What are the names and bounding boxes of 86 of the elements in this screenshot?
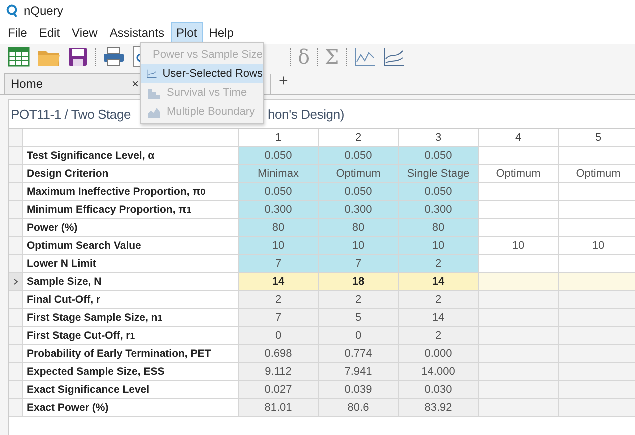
table-cell: 81.01 [239, 399, 319, 417]
table-cell: 0 [239, 327, 319, 345]
menu-item[interactable]: Help [203, 22, 240, 44]
column-header[interactable]: 2 [319, 129, 399, 147]
row-header[interactable] [9, 273, 23, 291]
menu-item[interactable]: View [66, 22, 104, 44]
row-label: Power (%) [23, 219, 239, 237]
window-title: nQuery [24, 4, 64, 18]
table-cell: 0 [319, 327, 399, 345]
table-cell: 0.050 [319, 147, 399, 165]
table-cell: 80 [239, 219, 319, 237]
table-cell: 0.050 [239, 147, 319, 165]
table-cell: 0.050 [399, 147, 479, 165]
table-cell: 80 [399, 219, 479, 237]
save-icon[interactable] [68, 47, 88, 67]
table-cell: 14 [239, 273, 319, 291]
table-cell: 0.300 [239, 201, 319, 219]
row-label: Probability of Early Termination, PET [23, 345, 239, 363]
app-logo-icon [6, 4, 18, 18]
table-cell: 10 [399, 237, 479, 255]
menu-item[interactable]: Assistants [104, 22, 171, 44]
table-cell: Optimum [319, 165, 399, 183]
row-label: Expected Sample Size, ESS [23, 363, 239, 381]
line-chart-icon[interactable] [354, 47, 376, 67]
row-label: Exact Power (%) [23, 399, 239, 417]
table-cell: 0.000 [399, 345, 479, 363]
table-cell: 2 [399, 327, 479, 345]
table-cell: 7 [319, 255, 399, 273]
table-cell: 18 [319, 273, 399, 291]
table-cell: 0.027 [239, 381, 319, 399]
row-label: Test Significance Level, α [23, 147, 239, 165]
current-row-icon [14, 278, 18, 284]
row-label: Final Cut-Off, r [23, 291, 239, 309]
menu-option[interactable]: User-Selected Rows [141, 64, 263, 83]
document-title: POT11-1 / Two Stage [11, 106, 132, 122]
table-cell: 0.039 [319, 381, 399, 399]
curve-chart-icon[interactable] [383, 47, 406, 67]
column-header[interactable]: 1 [239, 129, 319, 147]
table-cell: 0.300 [319, 201, 399, 219]
table-cell: 14 [399, 309, 479, 327]
new-tab-button[interactable]: + [271, 73, 296, 91]
column-header[interactable]: 4 [479, 129, 559, 147]
table-cell: 2 [399, 255, 479, 273]
table-cell: 0.050 [319, 183, 399, 201]
table-cell: 10 [239, 237, 319, 255]
table-cell: Optimum [479, 165, 559, 183]
table-cell: 7 [239, 255, 319, 273]
table-cell: 0.050 [239, 183, 319, 201]
table-cell: 7.941 [319, 363, 399, 381]
table-cell: 0.300 [399, 201, 479, 219]
table-cell: 2 [319, 291, 399, 309]
row-label: Sample Size, N [23, 273, 239, 291]
row-label: Design Criterion [23, 165, 239, 183]
table-cell: Minimax [239, 165, 319, 183]
spreadsheet-icon[interactable] [8, 47, 30, 67]
table-cell: 80.6 [319, 399, 399, 417]
table-cell: 0.030 [399, 381, 479, 399]
table-cell: 10 [479, 237, 559, 255]
table-cell: 2 [239, 291, 319, 309]
menu-item[interactable]: Plot [170, 22, 204, 44]
document-title: hon's Design) [268, 106, 344, 122]
printer-icon[interactable] [103, 47, 125, 67]
table-cell: 0.050 [399, 183, 479, 201]
column-header[interactable]: 3 [399, 129, 479, 147]
row-label: Optimum Search Value [23, 237, 239, 255]
table-cell: 0.698 [239, 345, 319, 363]
table-cell: 80 [319, 219, 399, 237]
menu-item[interactable]: Edit [33, 22, 66, 44]
curve-chart-icon [147, 68, 157, 80]
table-cell: 14.000 [399, 363, 479, 381]
tab-label: Home [11, 77, 44, 91]
table-cell: 0.774 [319, 345, 399, 363]
area-chart-icon [147, 86, 161, 98]
table-cell: 9.112 [239, 363, 319, 381]
table-cell: 7 [239, 309, 319, 327]
close-button[interactable]: × [132, 77, 139, 91]
table-cell: 5 [319, 309, 399, 327]
table-cell: 14 [399, 273, 479, 291]
area-chart-icon [147, 106, 161, 118]
table-cell: Single Stage [399, 165, 479, 183]
table-cell: 83.92 [399, 399, 479, 417]
row-label: Lower N Limit [23, 255, 239, 273]
table-cell: 2 [399, 291, 479, 309]
menu-item[interactable]: File [2, 22, 34, 44]
row-label: Exact Significance Level [23, 381, 239, 399]
table-cell: 10 [319, 237, 399, 255]
